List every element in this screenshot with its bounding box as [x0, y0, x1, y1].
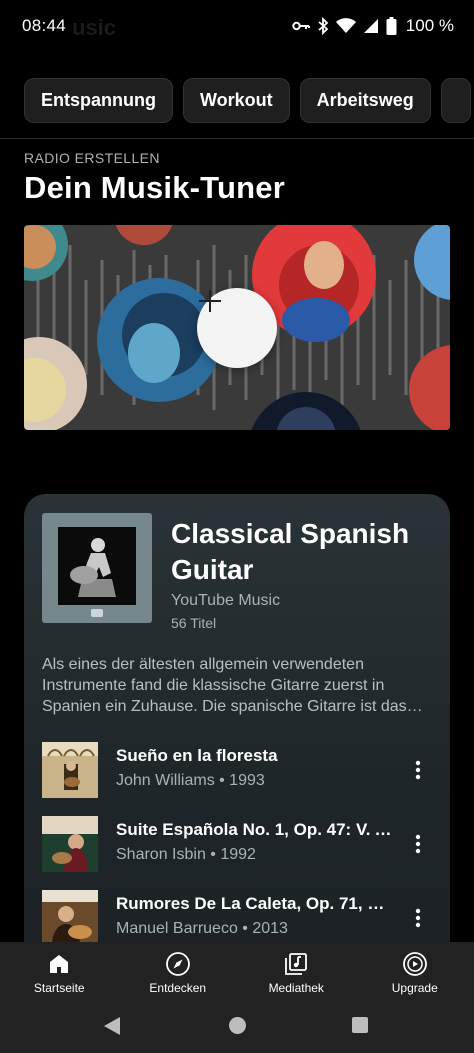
track-thumbnail [42, 816, 98, 872]
battery-icon [386, 17, 397, 35]
mood-chips: Entspannung Workout Arbeitsweg [24, 78, 471, 123]
status-icons: 100 % [292, 14, 454, 38]
tuner-banner[interactable] [24, 225, 450, 430]
track-title: Suite Española No. 1, Op. 47: V. Asturia… [116, 820, 396, 839]
more-vert-icon[interactable] [406, 904, 430, 932]
more-vert-icon[interactable] [406, 830, 430, 858]
bottom-nav: Startseite Entdecken Mediathek Upgrade [0, 942, 474, 1000]
nav-explore-label: Entdecken [149, 981, 207, 995]
upgrade-icon [402, 951, 428, 977]
divider [0, 138, 474, 139]
track-meta: John Williams • 1993 [116, 772, 265, 789]
track-row[interactable]: Sueño en la floresta John Williams • 199… [24, 738, 450, 802]
nav-home-label: Startseite [33, 981, 85, 995]
battery-percent: 100 % [405, 16, 454, 35]
nav-explore[interactable]: Entdecken [119, 942, 238, 1000]
track-row[interactable]: Rumores De La Caleta, Op. 71, No. 6 Manu… [24, 886, 450, 950]
track-meta: Manuel Barrueco • 2013 [116, 920, 288, 937]
youtube-badge-icon [91, 609, 103, 617]
track-title: Rumores De La Caleta, Op. 71, No. 6 [116, 894, 396, 913]
back-icon[interactable] [103, 1016, 121, 1041]
playlist-description[interactable]: Als eines der ältesten allgemein verwend… [42, 654, 434, 717]
section-kicker: RADIO ERSTELLEN [24, 150, 160, 166]
signal-icon [363, 18, 379, 34]
more-vert-icon[interactable] [406, 756, 430, 784]
nav-library[interactable]: Mediathek [237, 942, 356, 1000]
compass-icon [165, 951, 191, 977]
app-logo-ghost: usic [72, 15, 117, 40]
bluetooth-icon [317, 17, 329, 35]
nav-upgrade-label: Upgrade [391, 981, 438, 995]
status-time: 08:44 [22, 16, 67, 35]
nav-upgrade[interactable]: Upgrade [356, 942, 474, 1000]
cover-artwork [58, 527, 136, 605]
library-icon [284, 951, 308, 977]
nav-library-label: Mediathek [268, 981, 324, 995]
track-title: Sueño en la floresta [116, 746, 278, 765]
status-bar: usic 08:44 100 % [0, 0, 474, 52]
nav-home[interactable]: Startseite [0, 942, 119, 1000]
chip-arbeitsweg[interactable]: Arbeitsweg [299, 78, 431, 123]
track-thumbnail [42, 890, 98, 946]
playlist-owner[interactable]: YouTube Music [171, 592, 280, 610]
home-icon [48, 951, 70, 977]
section-title: Dein Musik-Tuner [24, 170, 285, 205]
playlist-track-count: 56 Titel [171, 615, 217, 631]
chip-more[interactable] [440, 78, 471, 123]
create-radio-button[interactable] [197, 288, 277, 368]
key-icon [292, 20, 310, 32]
recents-icon[interactable] [352, 1017, 368, 1033]
system-nav-bar [0, 1000, 474, 1053]
track-thumbnail [42, 742, 98, 798]
playlist-title: Classical Spanish Guitar [171, 518, 410, 585]
track-row[interactable]: Suite Española No. 1, Op. 47: V. Asturia… [24, 812, 450, 876]
playlist-cover[interactable] [42, 513, 152, 623]
track-meta: Sharon Isbin • 1992 [116, 846, 256, 863]
home-circle-icon[interactable] [229, 1017, 246, 1034]
playlist-card[interactable]: Classical Spanish Guitar YouTube Music 5… [24, 494, 450, 964]
chip-workout[interactable]: Workout [183, 78, 290, 123]
wifi-icon [335, 18, 356, 34]
chip-entspannung[interactable]: Entspannung [24, 78, 173, 123]
